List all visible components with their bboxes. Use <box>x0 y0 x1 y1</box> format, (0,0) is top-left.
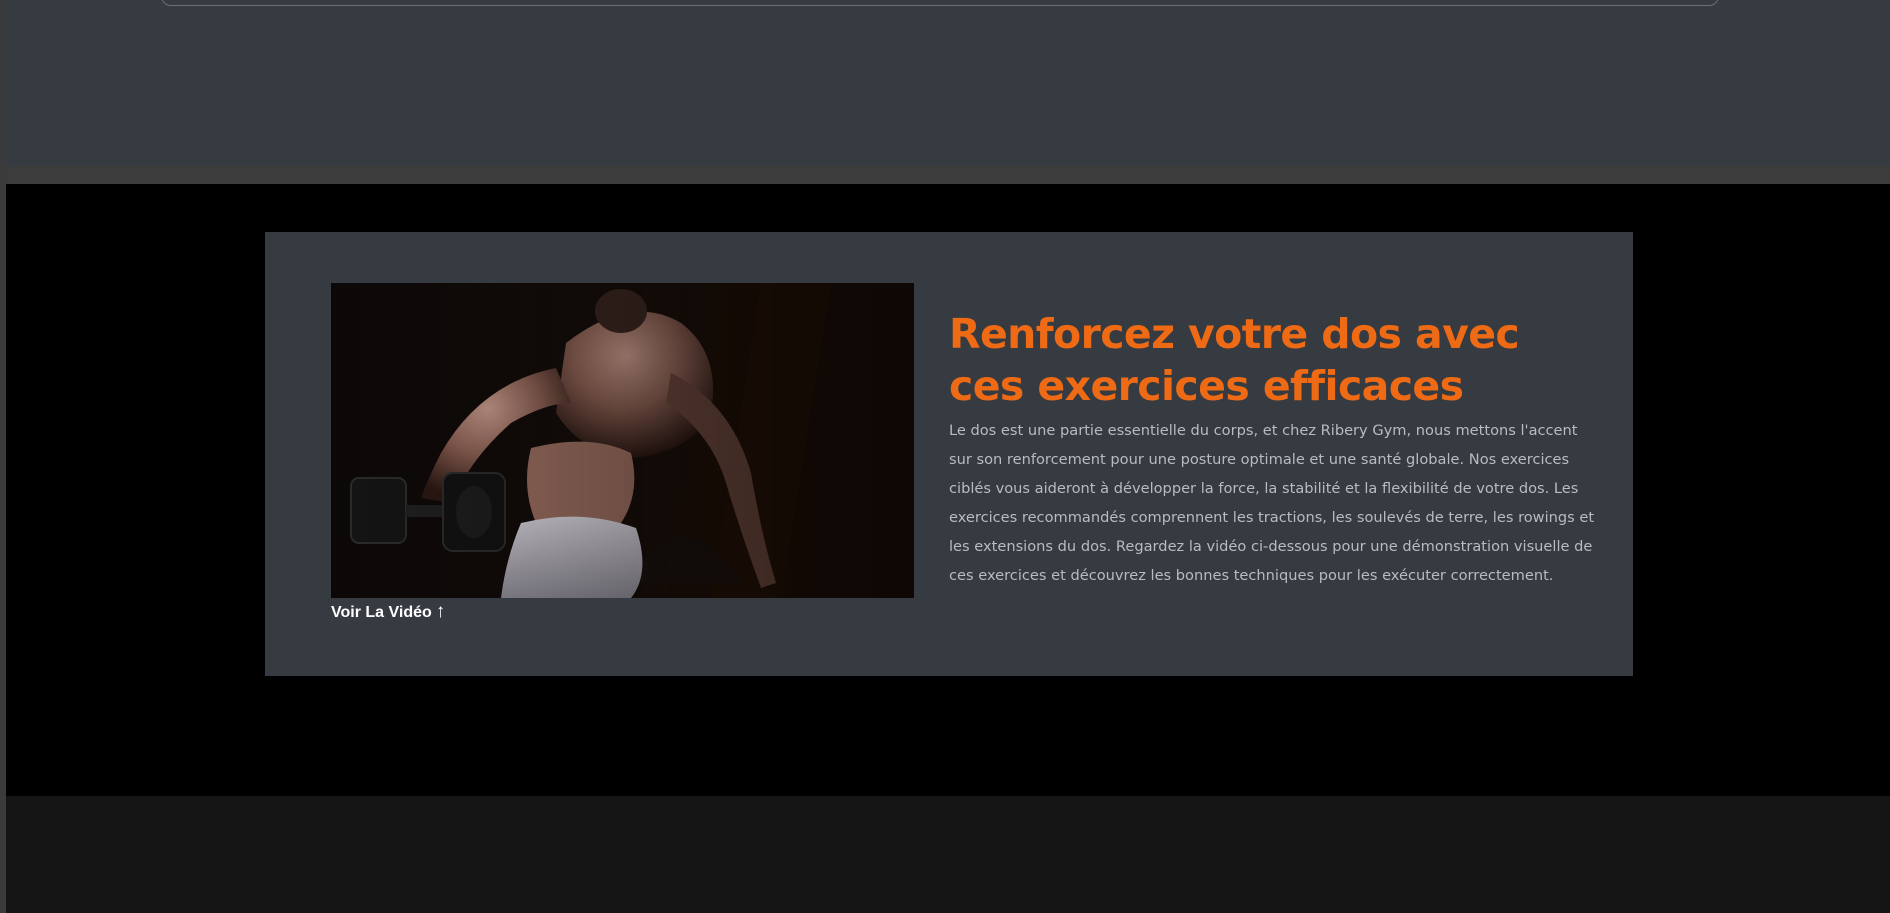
photo-illustration <box>331 283 914 598</box>
text-column: Renforcez votre dos avec ces exercices e… <box>949 308 1599 590</box>
feature-card: Voir La Vidéo ↑ Renforcez votre dos avec … <box>265 232 1633 676</box>
section-divider <box>6 166 1890 184</box>
section-headline: Renforcez votre dos avec ces exercices e… <box>949 310 1520 410</box>
section-description: Le dos est une partie essentielle du cor… <box>949 422 1595 584</box>
footer-band <box>6 796 1890 913</box>
page: Voir La Vidéo ↑ Renforcez votre dos avec … <box>0 0 1890 913</box>
bodybuilder-photo <box>331 283 914 598</box>
arrow-up-icon: ↑ <box>435 601 446 622</box>
header-band <box>6 0 1890 166</box>
top-navigation-bar[interactable] <box>161 0 1719 6</box>
watch-video-label: Voir La Vidéo <box>331 604 432 621</box>
watch-video-link[interactable]: Voir La Vidéo ↑ <box>331 601 445 624</box>
